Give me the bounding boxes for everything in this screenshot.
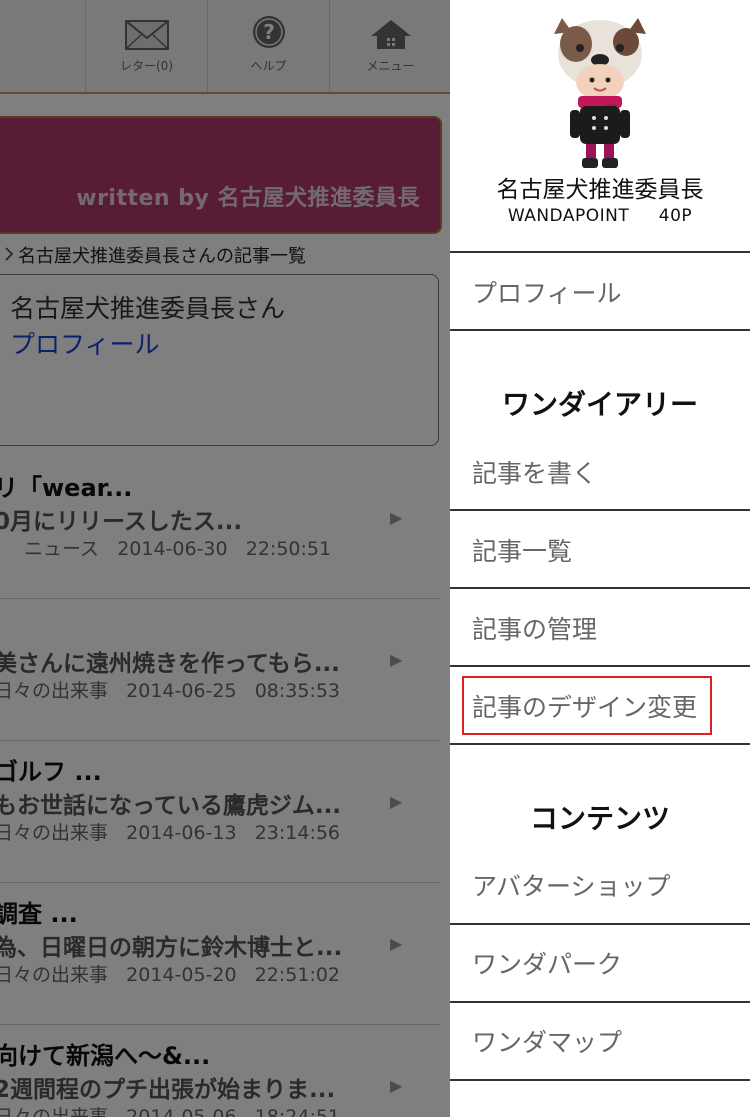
divider: [450, 587, 750, 589]
points-label: WANDAPOINT: [507, 206, 630, 226]
divider: [450, 665, 750, 667]
divider: [450, 329, 750, 331]
menu-item-article-list[interactable]: 記事一覧: [472, 532, 572, 568]
divider: [450, 1079, 750, 1081]
menu-item-article-manage[interactable]: 記事の管理: [472, 610, 597, 646]
user-avatar: [540, 14, 660, 172]
divider: [450, 1001, 750, 1003]
divider: [450, 923, 750, 925]
highlight-box: [462, 676, 712, 735]
menu-user-name: 名古屋犬推進委員長: [496, 177, 704, 203]
menu-item-avatar-shop[interactable]: アバターショップ: [472, 867, 671, 903]
main-page: レター(0) ? ヘルプ メニュー: [0, 0, 450, 1117]
menu-item-wanda-park[interactable]: ワンダパーク: [472, 945, 622, 981]
diary-heading: ワンダイアリー: [501, 388, 698, 421]
menu-item-wanda-map[interactable]: ワンダマップ: [472, 1023, 622, 1059]
divider: [450, 251, 750, 253]
points-value: 40P: [658, 206, 693, 226]
side-menu: 名古屋犬推進委員長 WANDAPOINT 40P プロフィール ワンダイアリー …: [450, 0, 750, 1117]
contents-heading: コンテンツ: [529, 802, 670, 835]
divider: [450, 743, 750, 745]
menu-item-write-article[interactable]: 記事を書く: [472, 454, 597, 490]
menu-item-profile[interactable]: プロフィール: [472, 274, 622, 310]
points-row: WANDAPOINT 40P: [450, 206, 750, 226]
divider: [450, 509, 750, 511]
dim-overlay[interactable]: [0, 0, 450, 1117]
